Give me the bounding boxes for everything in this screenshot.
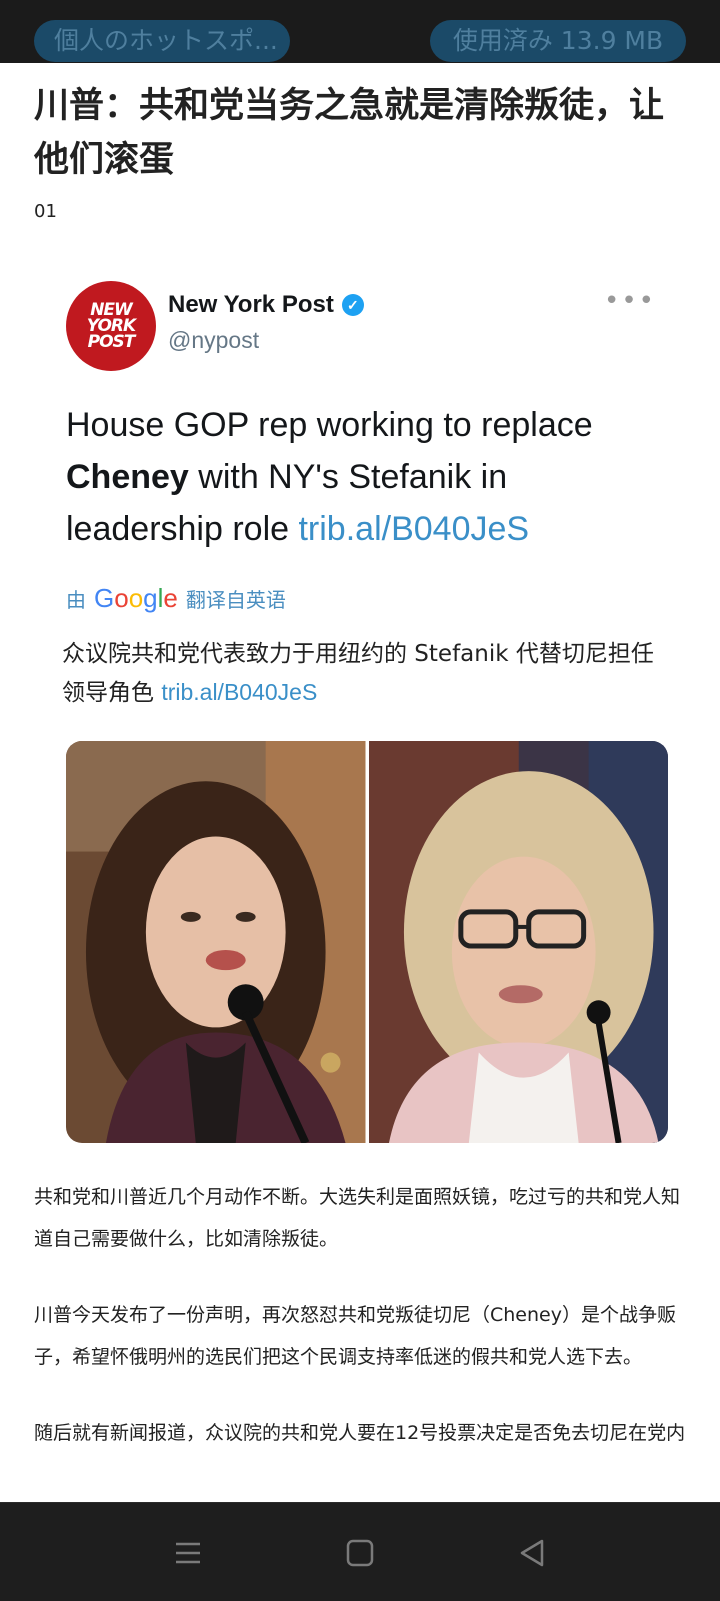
translated-text-body: 众议院共和党代表致力于用纽约的 Stefanik 代替切尼担任领导角色 [62, 641, 654, 706]
photo-cheney[interactable] [368, 741, 668, 1143]
translate-prefix: 由 [66, 588, 86, 612]
data-usage-pill[interactable]: 使用済み 13.9 MB [430, 20, 686, 62]
article-paragraph: 川普今天发布了一份声明，再次怒怼共和党叛徒切尼（Cheney）是个战争贩子，希望… [34, 1304, 676, 1368]
tweet-photos[interactable] [66, 741, 668, 1143]
verified-badge-icon: ✓ [341, 294, 364, 316]
hotspot-pill[interactable]: 個人のホットスポ... [34, 20, 290, 62]
article-page: 川普：共和党当务之急就是清除叛徒，让他们滚蛋 01 NEW YORK POST … [0, 63, 720, 1502]
status-bar: 個人のホットスポ... 使用済み 13.9 MB [0, 0, 720, 63]
photo-cheney-image [368, 741, 668, 1143]
translate-suffix: 翻译自英语 [185, 588, 286, 612]
article-paragraph: 共和党和川普近几个月动作不断。大选失利是面照妖镜，吃过亏的共和党人知道自己需要做… [34, 1186, 681, 1250]
menu-icon[interactable] [166, 1531, 210, 1575]
tweet-text: House GOP rep working to replace Cheney … [66, 399, 666, 555]
translated-text: 众议院共和党代表致力于用纽约的 Stefanik 代替切尼担任领导角色 trib… [62, 635, 672, 712]
home-square-icon[interactable] [338, 1531, 382, 1575]
translated-link[interactable]: trib.al/B040JeS [161, 679, 317, 705]
account-name[interactable]: New York Post ✓ [168, 291, 364, 319]
system-nav-bar [0, 1502, 720, 1601]
photo-stefanik[interactable] [66, 741, 366, 1143]
more-dots-icon[interactable]: ••• [604, 288, 656, 314]
photo-stefanik-image [66, 741, 366, 1143]
translate-attribution[interactable]: 由 Google 翻译自英语 [66, 583, 286, 614]
account-name-text: New York Post [168, 291, 334, 318]
logo-line: POST [87, 332, 136, 352]
tweet-text-bold: Cheney [66, 458, 189, 496]
tweet-link[interactable]: trib.al/B040JeS [298, 510, 529, 548]
nypost-logo[interactable]: NEW YORK POST [66, 281, 156, 371]
account-handle[interactable]: @nypost [168, 327, 259, 354]
back-triangle-icon[interactable] [510, 1531, 554, 1575]
tweet-text-part: House GOP rep working to replace [66, 406, 593, 444]
embedded-tweet[interactable]: NEW YORK POST New York Post ✓ @nypost ••… [34, 263, 686, 1243]
article-paragraph: 随后就有新闻报道，众议院的共和党人要在12号投票决定是否免去切尼在党内 [34, 1422, 686, 1444]
google-logo: Google [94, 583, 178, 613]
section-number: 01 [34, 201, 57, 222]
article-title: 川普：共和党当务之急就是清除叛徒，让他们滚蛋 [34, 86, 665, 180]
